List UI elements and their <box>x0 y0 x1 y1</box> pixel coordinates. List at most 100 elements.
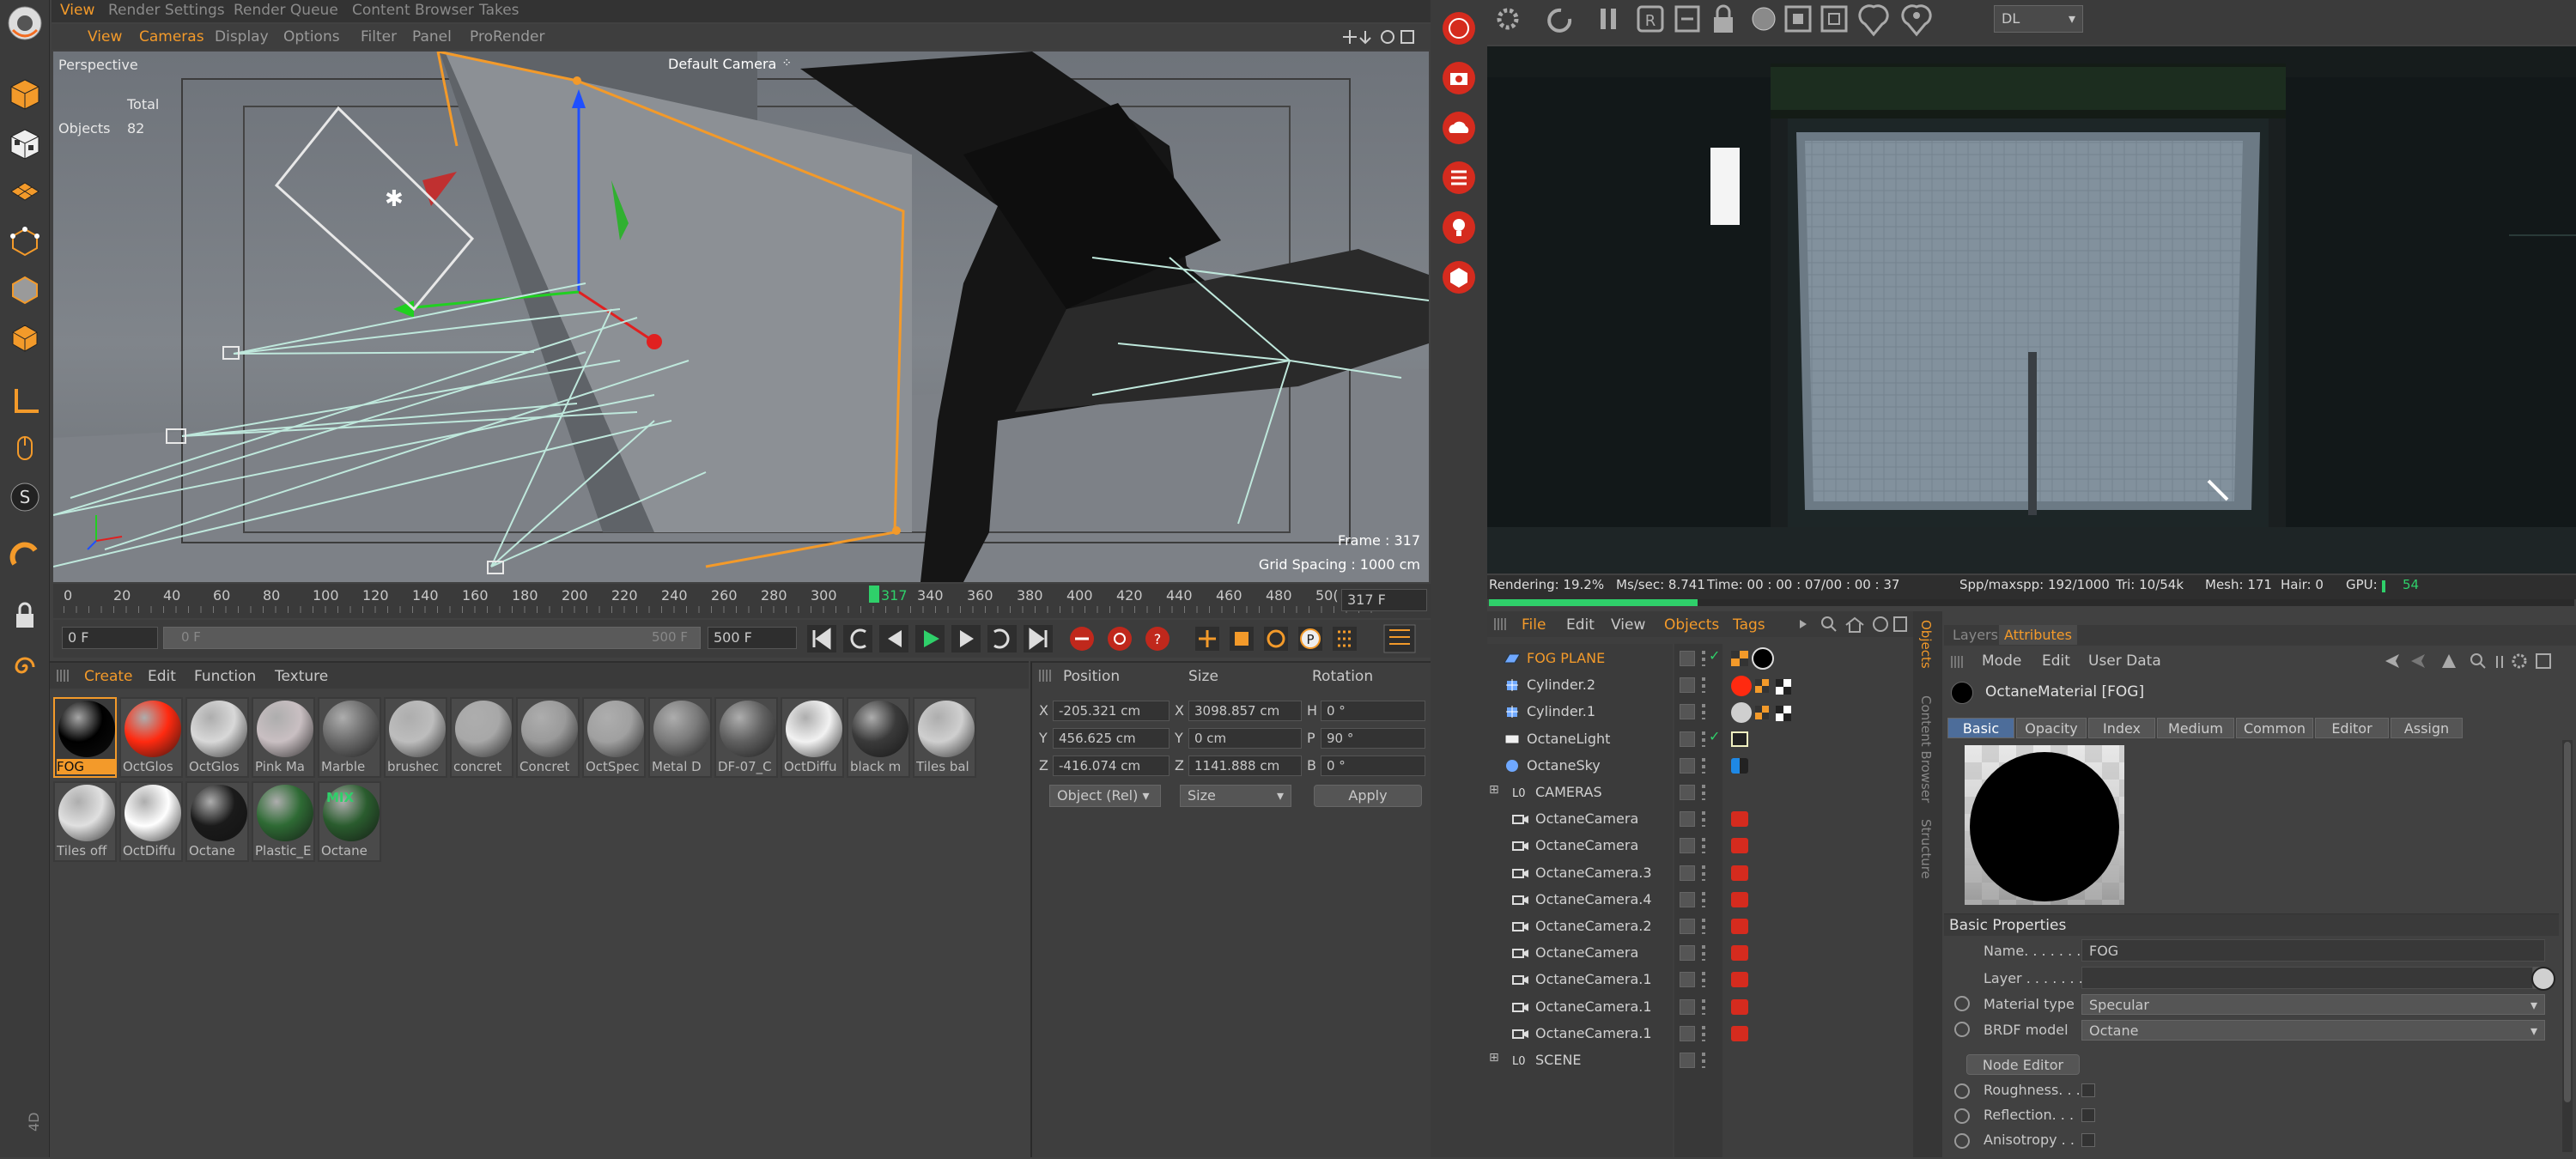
visibility-dots-icon[interactable] <box>1702 1053 1705 1068</box>
edges-mode-icon[interactable] <box>3 268 46 311</box>
camera-name-box[interactable]: Default Camera ⁘ <box>668 53 792 74</box>
subtab-common[interactable]: Common <box>2236 718 2313 738</box>
tab-view[interactable]: View <box>60 2 94 19</box>
viewport-menu-filter[interactable]: Filter <box>361 28 397 46</box>
material-tag-icon[interactable] <box>1731 702 1752 724</box>
tab-render-queue[interactable]: Render Queue <box>234 2 338 19</box>
size-field[interactable]: 1141.888 cm <box>1188 755 1302 776</box>
material-swatch[interactable]: Marble <box>318 697 381 778</box>
visibility-dots-icon[interactable] <box>1702 838 1705 854</box>
material-swatch[interactable]: OctGlos <box>119 697 183 778</box>
snap-icon[interactable]: S <box>3 476 46 519</box>
workplane-icon[interactable] <box>3 170 46 213</box>
visibility-dots-icon[interactable] <box>1702 811 1705 828</box>
tweak-mode-icon[interactable] <box>3 428 46 470</box>
object-row[interactable]: Cylinder.1 <box>1487 699 1913 725</box>
object-row[interactable]: ⊞ L0 CAMERAS <box>1487 780 1913 805</box>
material-swatch[interactable]: FOG <box>53 697 117 778</box>
brdf-model-select[interactable]: Octane ▾ <box>2081 1020 2545 1041</box>
viewport-3d[interactable]: ✱ Perspective Default Camera ⁘ Total Obj… <box>53 52 1429 582</box>
layer-flag-icon[interactable] <box>1680 1025 1695 1041</box>
octane-camera-icon[interactable] <box>1437 57 1480 100</box>
end-frame-field[interactable]: 500 F <box>708 627 797 649</box>
tab-content-browser[interactable]: Content Browser <box>352 2 474 19</box>
texture-tag-icon[interactable] <box>1755 706 1769 720</box>
tab-attributes[interactable]: Attributes <box>1999 625 2077 645</box>
side-tab-objects[interactable]: Objects <box>1918 620 1934 706</box>
tab-takes[interactable]: Takes <box>479 2 519 19</box>
visibility-dots-icon[interactable] <box>1702 865 1705 881</box>
timeline-playhead[interactable] <box>869 586 879 603</box>
subtab-opacity[interactable]: Opacity <box>2016 718 2087 738</box>
side-tab-structure[interactable]: Structure <box>1918 819 1934 905</box>
layer-flag-icon[interactable] <box>1680 731 1695 747</box>
layer-flag-icon[interactable] <box>1680 677 1695 694</box>
octane-camera-tag-icon[interactable] <box>1731 998 1748 1015</box>
subtab-assign[interactable]: Assign <box>2391 718 2463 738</box>
material-swatch[interactable]: Octane <box>185 781 249 862</box>
layer-flag-icon[interactable] <box>1680 785 1695 800</box>
octane-camera-tag-icon[interactable] <box>1731 1025 1748 1041</box>
kernel-select[interactable]: DL ▾ <box>1994 5 2083 33</box>
object-row[interactable]: OctaneCamera.3 <box>1487 860 1913 886</box>
enabled-check-icon[interactable]: ✓ <box>1709 647 1720 664</box>
size-field[interactable]: 3098.857 cm <box>1188 701 1302 721</box>
visibility-dots-icon[interactable] <box>1702 891 1705 907</box>
texture-tag-icon[interactable] <box>1731 651 1748 666</box>
light-tag-icon[interactable] <box>1731 731 1748 747</box>
visibility-dots-icon[interactable] <box>1702 757 1705 774</box>
subtab-medium[interactable]: Medium <box>2157 718 2234 738</box>
position-field[interactable]: 456.625 cm <box>1053 728 1170 749</box>
material-swatch[interactable]: concret <box>450 697 513 778</box>
object-row[interactable]: FOG PLANE ✓ <box>1487 646 1913 671</box>
name-field[interactable]: FOG <box>2081 939 2545 962</box>
objects-menu-tags[interactable]: Tags <box>1733 616 1765 634</box>
layer-picker-icon[interactable] <box>2531 967 2555 991</box>
coords-size-select[interactable]: Size ▾ <box>1180 785 1291 807</box>
objects-menu-view[interactable]: View <box>1611 616 1645 634</box>
object-row[interactable]: OctaneLight ✓ <box>1487 726 1913 752</box>
layer-flag-icon[interactable] <box>1680 651 1695 666</box>
visibility-dots-icon[interactable] <box>1702 972 1705 988</box>
material-type-select[interactable]: Specular ▾ <box>2081 994 2545 1015</box>
material-swatch[interactable]: brushec <box>384 697 447 778</box>
octane-cloud-icon[interactable] <box>1437 106 1480 149</box>
live-viewer-icons[interactable]: R <box>1487 0 2037 45</box>
channel-checkbox[interactable] <box>2081 1133 2095 1147</box>
materials-menu-function[interactable]: Function <box>194 668 256 685</box>
material-tag-icon[interactable] <box>1731 676 1752 697</box>
attr-menu-user-data[interactable]: User Data <box>2088 652 2161 670</box>
material-tag-icon[interactable] <box>1752 647 1774 670</box>
material-swatch[interactable]: Metal D <box>648 697 712 778</box>
objects-search-icons[interactable] <box>1796 615 1908 634</box>
spiral-icon[interactable] <box>3 646 46 689</box>
cube-icon[interactable] <box>3 72 46 115</box>
object-row[interactable]: OctaneCamera.2 <box>1487 913 1913 939</box>
frame-range-slider[interactable]: 0 F 500 F <box>163 627 701 649</box>
octane-camera-tag-icon[interactable] <box>1731 945 1748 962</box>
object-row[interactable]: OctaneCamera.1 <box>1487 994 1913 1020</box>
visibility-dots-icon[interactable] <box>1702 945 1705 962</box>
position-field[interactable]: -205.321 cm <box>1053 701 1170 721</box>
object-row[interactable]: OctaneCamera <box>1487 940 1913 966</box>
tab-render-settings[interactable]: Render Settings <box>108 2 225 19</box>
viewport-menu-options[interactable]: Options <box>283 28 340 46</box>
viewport-menu-cameras[interactable]: Cameras <box>139 28 204 46</box>
layer-flag-icon[interactable] <box>1680 945 1695 962</box>
expand-toggle-icon[interactable]: ⊞ <box>1489 1051 1499 1065</box>
octane-camera-tag-icon[interactable] <box>1731 919 1748 934</box>
objects-menu-file[interactable]: File <box>1522 616 1546 634</box>
attr-nav-icons[interactable] <box>2382 651 2571 671</box>
octane-stop-icon[interactable] <box>1437 7 1480 50</box>
points-mode-icon[interactable] <box>3 220 46 263</box>
octane-camera-tag-icon[interactable] <box>1731 972 1748 988</box>
material-swatch[interactable]: DF-07_C <box>714 697 778 778</box>
attr-scrollbar[interactable] <box>2562 740 2573 1152</box>
viewport-menu-display[interactable]: Display <box>215 28 269 46</box>
node-editor-button[interactable]: Node Editor <box>1966 1054 2080 1075</box>
materials-menu-edit[interactable]: Edit <box>148 668 176 685</box>
attr-menu-mode[interactable]: Mode <box>1982 652 2021 670</box>
material-swatch[interactable]: MIX Octane <box>318 781 381 862</box>
material-swatch[interactable]: Pink Ma <box>252 697 315 778</box>
layer-flag-icon[interactable] <box>1680 811 1695 828</box>
